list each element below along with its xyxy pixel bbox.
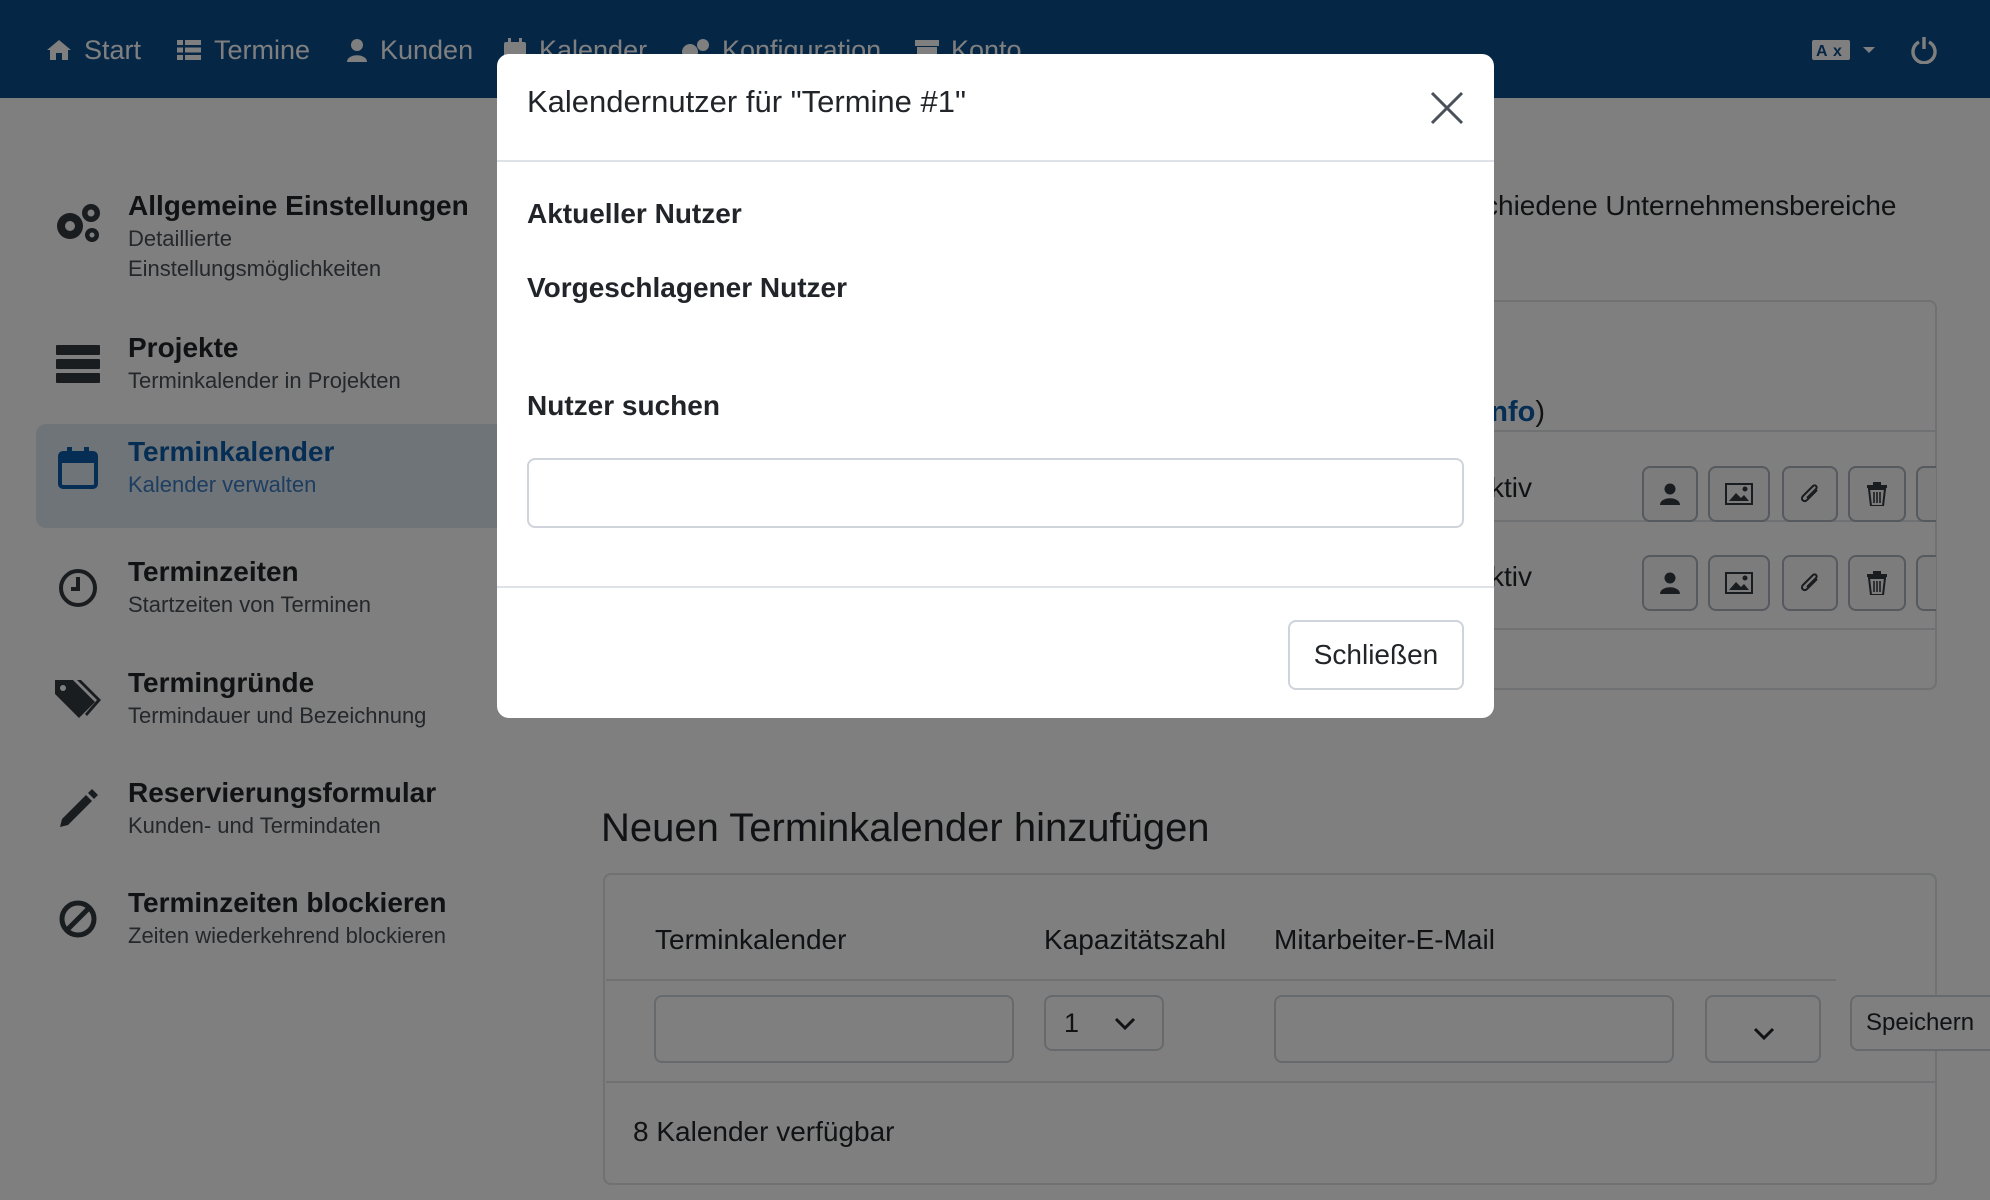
close-icon: [1430, 91, 1464, 125]
current-user-label: Aktueller Nutzer: [527, 198, 742, 229]
search-user-label: Nutzer suchen: [527, 390, 720, 421]
search-user-input[interactable]: [527, 458, 1464, 528]
suggested-user-label: Vorgeschlagener Nutzer: [527, 272, 848, 303]
modal-footer: Schließen: [497, 586, 1494, 718]
modal-header: Kalendernutzer für "Termine #1": [497, 54, 1494, 162]
close-modal-button[interactable]: Schließen: [1288, 620, 1464, 690]
modal-close-button[interactable]: [1427, 88, 1467, 128]
modal-title: Kalendernutzer für "Termine #1": [527, 84, 967, 119]
calendar-user-modal: Kalendernutzer für "Termine #1" Aktuelle…: [497, 54, 1494, 718]
